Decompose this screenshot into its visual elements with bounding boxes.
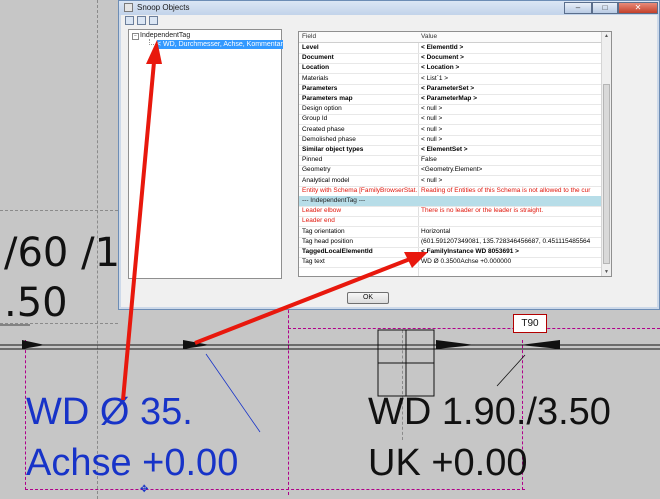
arrow-to-tree <box>121 61 156 401</box>
arrow-to-grid <box>194 257 411 345</box>
arrow-head-icon <box>146 40 162 64</box>
annotation-arrows <box>121 40 428 401</box>
